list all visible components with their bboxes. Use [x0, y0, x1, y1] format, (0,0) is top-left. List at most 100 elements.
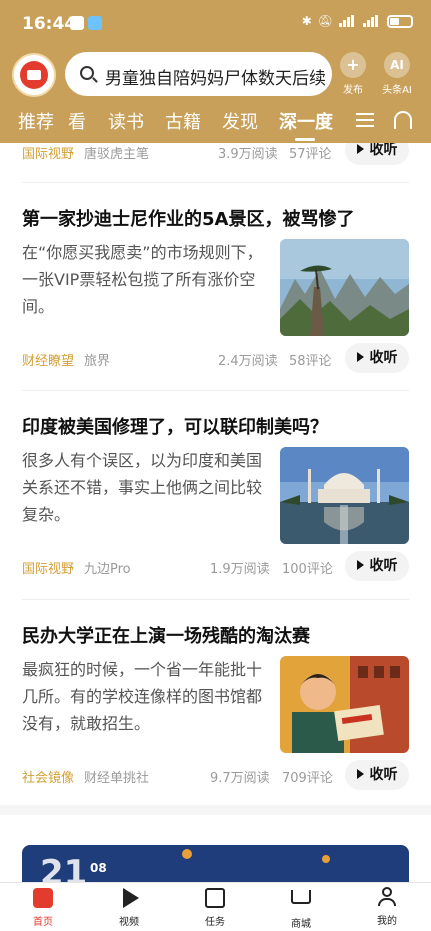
header: 16:44 ✱ 🔕︎ 男童独自陪妈妈尸体数天后续 + 发布 AI 头条AI 推荐… [0, 0, 431, 143]
nav-profile-label: 我的 [377, 916, 397, 927]
ai-button[interactable]: AI 头条AI [377, 52, 417, 96]
search-icon [80, 66, 94, 80]
tab-in-depth[interactable]: 深一度 [279, 108, 333, 134]
comment-count: 100评论 [282, 562, 333, 577]
search-hint[interactable]: 男童独自陪妈妈尸体数天后续 [105, 64, 327, 89]
bottom-navigation: 首页 视频 任务 商城 我的 [0, 882, 431, 931]
nav-tasks-label: 任务 [205, 917, 225, 928]
divider [22, 390, 409, 391]
article-source[interactable]: 九边Pro [84, 558, 131, 577]
read-count: 1.9万阅读 [210, 562, 270, 577]
article-summary[interactable]: 很多人有个误区，以为印度和美国关系还不错，事实上他俩之间比较复杂。 [22, 447, 264, 528]
nav-home[interactable]: 首页 [13, 887, 73, 928]
divider [22, 599, 409, 600]
bluetooth-icon: ✱ [301, 14, 312, 28]
article-meta: 社会镜像 财经单挑社 [22, 767, 149, 786]
article-category[interactable]: 国际视野 [22, 558, 74, 577]
article-source[interactable]: 唐驳虎主笔 [84, 143, 149, 162]
play-icon [356, 560, 364, 570]
nav-tasks[interactable]: 任务 [185, 887, 245, 928]
publish-button[interactable]: + 发布 [333, 52, 373, 96]
nav-mall[interactable]: 商城 [271, 887, 331, 930]
tab-discover[interactable]: 发现 [222, 108, 258, 134]
divider [22, 182, 409, 183]
banner-month: 08 [90, 861, 107, 875]
headphones-icon[interactable] [394, 111, 412, 129]
nav-profile[interactable]: 我的 [357, 887, 417, 927]
article-meta: 国际视野 九边Pro [22, 558, 131, 577]
listen-label: 收听 [369, 350, 398, 366]
listen-button[interactable]: 收听 [345, 143, 409, 165]
play-icon [356, 144, 364, 154]
listen-button[interactable]: 收听 [345, 760, 409, 790]
article-title[interactable]: 民办大学正在上演一场残酷的淘汰赛 [22, 622, 412, 648]
status-icons: ✱ 🔕︎ [302, 14, 413, 28]
tab-watch[interactable]: 看 [68, 108, 86, 134]
nav-mall-label: 商城 [291, 919, 311, 930]
article-meta: 国际视野 唐驳虎主笔 [22, 143, 149, 162]
plus-icon: + [340, 52, 366, 78]
listen-button[interactable]: 收听 [345, 551, 409, 581]
listen-label: 收听 [369, 558, 398, 574]
article-source[interactable]: 旅界 [84, 350, 110, 369]
read-count: 2.4万阅读 [218, 354, 278, 369]
tab-reading[interactable]: 读书 [108, 108, 144, 134]
banner-date: 21 [40, 853, 88, 882]
mute-icon: 🔕︎ [317, 14, 333, 28]
app-logo[interactable] [12, 53, 56, 97]
listen-button[interactable]: 收听 [345, 343, 409, 373]
nav-video[interactable]: 视频 [99, 887, 159, 928]
play-icon [118, 888, 140, 910]
ai-icon: AI [384, 52, 410, 78]
menu-icon[interactable] [356, 113, 374, 127]
status-bar: 16:44 ✱ 🔕︎ [0, 0, 431, 48]
decoration-dot [182, 849, 192, 859]
play-icon [356, 352, 364, 362]
taj-mahal-image [280, 447, 409, 544]
app-screen: 16:44 ✱ 🔕︎ 男童独自陪妈妈尸体数天后续 + 发布 AI 头条AI 推荐… [0, 0, 431, 931]
read-count: 9.7万阅读 [210, 771, 270, 786]
comment-count: 709评论 [282, 771, 333, 786]
signal-icon [339, 15, 357, 27]
article-category[interactable]: 社会镜像 [22, 767, 74, 786]
comment-count: 58评论 [289, 354, 332, 369]
search-bar[interactable]: 男童独自陪妈妈尸体数天后续 [65, 52, 332, 96]
article-title[interactable]: 第一家抄迪士尼作业的5A景区，被骂惨了 [22, 205, 412, 231]
article-thumbnail-illustration[interactable] [280, 656, 409, 753]
promo-banner[interactable]: 21 08 [22, 845, 409, 882]
nav-home-label: 首页 [33, 917, 53, 928]
article-thumbnail-mountains[interactable] [280, 239, 409, 336]
publish-label: 发布 [343, 85, 363, 96]
person-icon [376, 887, 398, 909]
listen-label: 收听 [369, 767, 398, 783]
status-time: 16:44 [22, 14, 77, 34]
play-icon [356, 769, 364, 779]
article-category[interactable]: 国际视野 [22, 143, 74, 162]
article-source[interactable]: 财经单挑社 [84, 767, 149, 786]
article-summary[interactable]: 最疯狂的时候，一个省一年能批十几所。有的学校连像样的图书馆都没有，就敢招生。 [22, 656, 264, 737]
home-icon [32, 888, 54, 910]
channel-tabs: 推荐 看 读书 古籍 发现 深一度 [0, 108, 431, 142]
section-gap [0, 805, 431, 815]
signal-icon-2 [363, 15, 381, 27]
article-meta: 财经瞭望 旅界 [22, 350, 110, 369]
ai-label: 头条AI [382, 85, 412, 96]
notification-icon [70, 16, 84, 30]
tab-classics[interactable]: 古籍 [165, 108, 201, 134]
article-feed: 国际视野 唐驳虎主笔 3.9万阅读 57评论 收听 第一家抄迪士尼作业的5A景区… [0, 143, 431, 882]
article-category[interactable]: 财经瞭望 [22, 350, 74, 369]
active-tab-indicator [295, 138, 315, 141]
listen-label: 收听 [369, 143, 398, 158]
article-title[interactable]: 印度被美国修理了，可以联印制美吗？ [22, 413, 412, 439]
decoration-dot [322, 855, 330, 863]
battery-icon [387, 14, 413, 28]
mountain-scene-image [280, 239, 409, 336]
app-notification-icon [88, 16, 102, 30]
comment-count: 57评论 [289, 147, 332, 162]
article-thumbnail-taj-mahal[interactable] [280, 447, 409, 544]
student-illustration-image [280, 656, 409, 753]
read-count: 3.9万阅读 [218, 147, 278, 162]
tab-recommend[interactable]: 推荐 [18, 108, 54, 134]
nav-video-label: 视频 [119, 917, 139, 928]
article-summary[interactable]: 在“你愿买我愿卖”的市场规则下，一张VIP票轻松包揽了所有涨价空间。 [22, 239, 264, 320]
